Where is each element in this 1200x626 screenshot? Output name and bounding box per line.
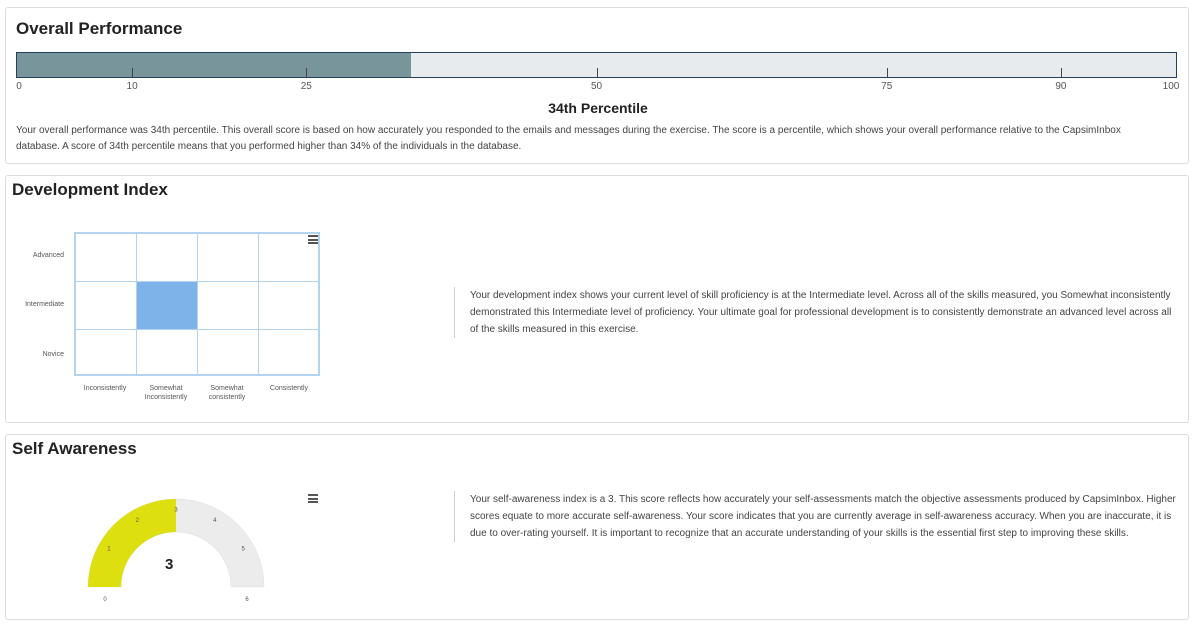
grid-cell-novice-consistently [258,329,319,375]
hamburger-menu-icon[interactable] [308,235,318,244]
tick-label-75: 75 [881,81,893,92]
overall-performance-panel: Overall Performance 0 10 25 50 75 90 100 34th … [5,7,1189,164]
grid-cell-novice-inconsistently [75,329,137,375]
tick-mark-75 [887,68,888,78]
grid-cell-intermediate-somewhat-inconsistently [136,281,198,330]
col-label-inconsistently: Inconsistently [83,385,127,392]
grid-cell-intermediate-consistently [258,281,319,330]
tick-mark-50 [597,68,598,78]
tick-label-50: 50 [590,81,603,92]
self-awareness-gauge: 0123456 [87,498,265,603]
col-label-somewhat-consistently: Somewhat consistently [208,385,246,401]
development-index-description: Your development index shows your curren… [454,287,1182,338]
self-awareness-description: Your self-awareness index is a 3. This s… [454,491,1182,542]
development-index-panel: Development Index Advanced Intermediate … [5,175,1189,423]
self-awareness-title: Self Awareness [12,439,137,458]
col-label-consistently: Consistently [269,385,309,392]
tick-label-100: 100 [1162,81,1180,92]
tick-mark-10 [132,68,133,78]
tick-mark-90 [1061,68,1062,78]
grid-cell-novice-somewhat-consistently [197,329,259,375]
tick-label-10: 10 [126,81,138,92]
hamburger-menu-icon[interactable] [308,494,318,503]
row-label-intermediate: Intermediate [25,301,64,308]
gauge-fill [88,499,176,587]
grid-cell-advanced-somewhat-inconsistently [136,233,198,282]
percentile-bar-fill [17,53,412,77]
grid-cell-advanced-inconsistently [75,233,137,282]
row-label-novice: Novice [42,351,64,358]
percentile-label: 34th Percentile [548,100,648,116]
self-awareness-panel: Self Awareness 0123456 3 Your self-aware… [5,434,1189,620]
tick-mark-25 [306,68,307,78]
col-label-somewhat-inconsistently: Somewhat Inconsistently [144,385,188,401]
grid-cell-novice-somewhat-inconsistently [136,329,198,375]
overall-performance-description: Your overall performance was 34th percen… [16,125,1121,152]
gauge-label-6: 6 [245,597,249,603]
overall-performance-title: Overall Performance [16,19,183,38]
tick-label-25: 25 [300,81,312,92]
grid-cell-advanced-somewhat-consistently [197,233,259,282]
grid-cell-intermediate-somewhat-consistently [197,281,259,330]
row-label-advanced: Advanced [32,252,64,259]
development-grid [74,232,320,376]
tick-label-0: 0 [16,81,22,92]
gauge-label-0: 0 [103,597,107,603]
development-index-title: Development Index [12,180,168,199]
grid-cell-intermediate-inconsistently [75,281,137,330]
tick-label-90: 90 [1055,81,1067,92]
gauge-value: 3 [165,556,174,573]
